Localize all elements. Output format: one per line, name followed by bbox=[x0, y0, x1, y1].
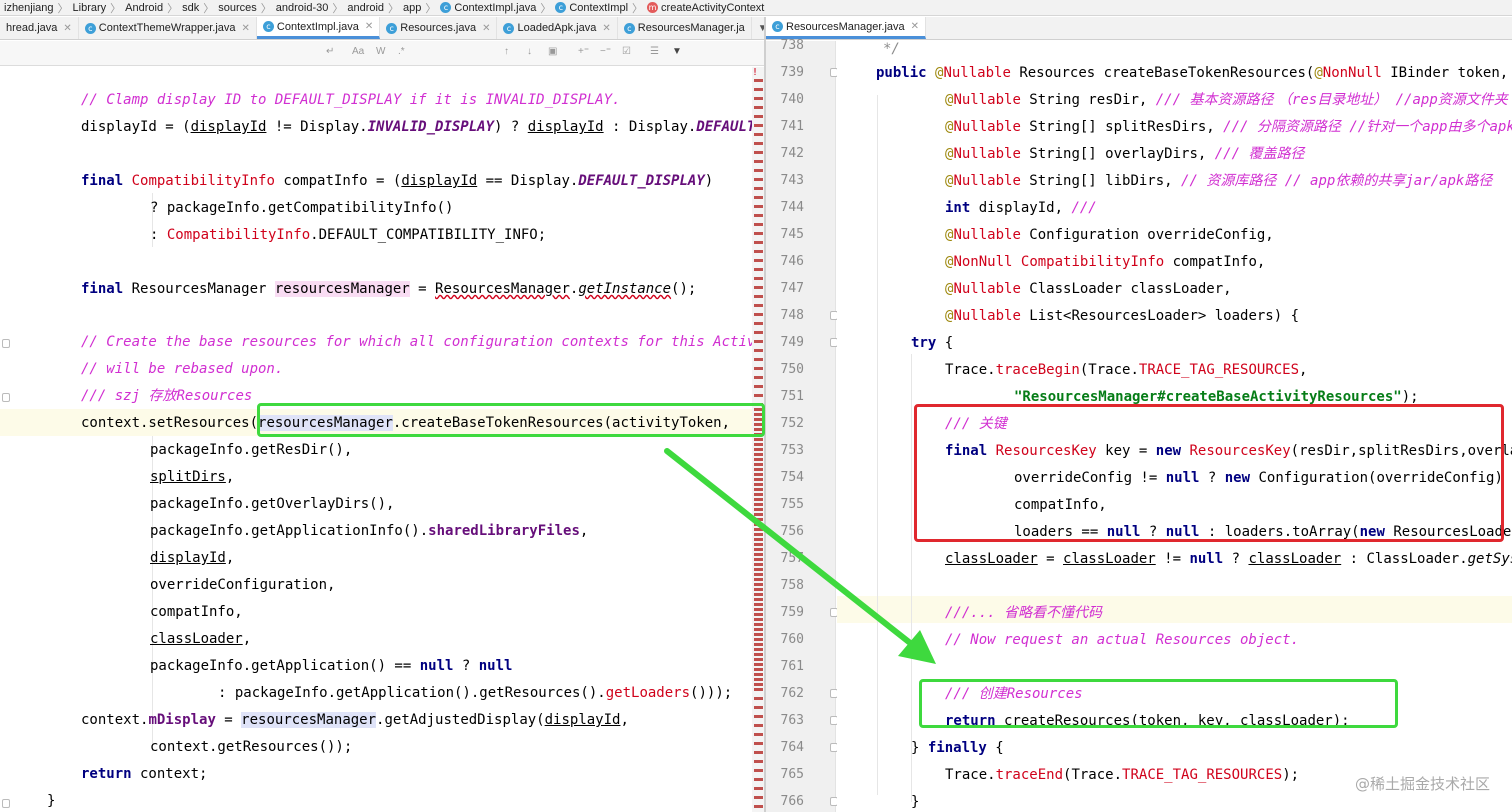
watermark: @稀土掘金技术社区 bbox=[1354, 775, 1490, 793]
annotation-arrow bbox=[664, 448, 936, 664]
